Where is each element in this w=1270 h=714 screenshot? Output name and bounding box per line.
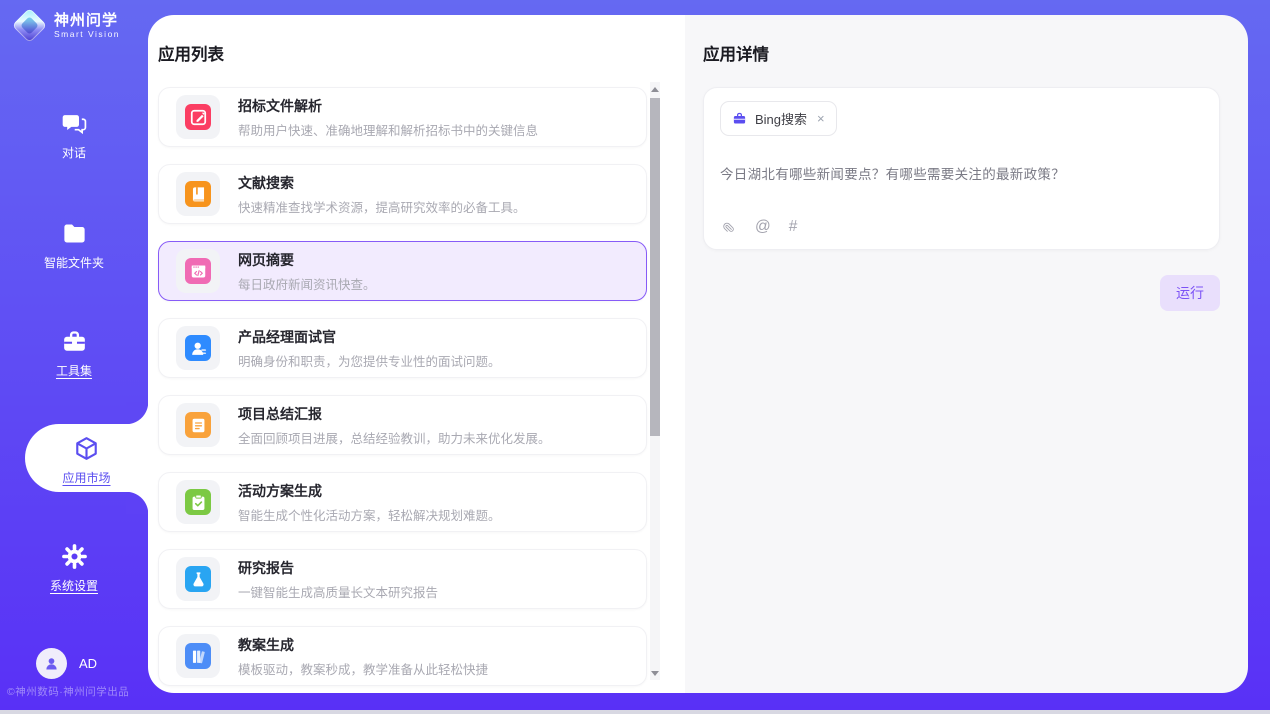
mention-at-icon[interactable]: @ xyxy=(755,218,771,236)
sidebar: 神州问学 Smart Vision 对话智能文件夹工具集应用市场系统设置 AD … xyxy=(0,0,148,714)
main-content: 应用列表 招标文件解析帮助用户快速、准确地理解和解析招标书中的关键信息文献搜索快… xyxy=(148,15,1248,693)
app-card-title: 项目总结汇报 xyxy=(238,404,551,424)
app-card[interactable]: 研究报告一键智能生成高质量长文本研究报告 xyxy=(158,549,647,609)
app-card-desc: 智能生成个性化活动方案，轻松解决规划难题。 xyxy=(238,505,501,524)
app-card-title: 研究报告 xyxy=(238,558,438,578)
sidebar-item-label: 智能文件夹 xyxy=(0,254,148,271)
app-card-desc: 快速精准查找学术资源，提高研究效率的必备工具。 xyxy=(238,197,526,216)
run-row: 运行 xyxy=(703,275,1220,311)
app-card-text: 教案生成模板驱动，教案秒成，教学准备从此轻松快捷 xyxy=(238,635,488,678)
sidebar-item-market[interactable]: 应用市场 xyxy=(25,424,148,492)
sidebar-item-label: 系统设置 xyxy=(0,577,148,594)
briefcase-icon xyxy=(732,111,747,126)
tool-chip-label: Bing搜索 xyxy=(755,109,807,128)
person-icon xyxy=(185,335,211,361)
sidebar-item-folders[interactable]: 智能文件夹 xyxy=(0,220,148,271)
user-row[interactable]: AD xyxy=(36,648,97,679)
app-icon-box xyxy=(176,403,220,447)
app-card-desc: 全面回顾项目进展，总结经验教训，助力未来优化发展。 xyxy=(238,428,551,447)
scrollbar-up-arrow-icon[interactable] xyxy=(650,82,660,96)
app-list-title: 应用列表 xyxy=(158,41,685,65)
briefcase-icon xyxy=(0,328,148,355)
user-icon xyxy=(42,654,61,673)
app-card-text: 文献搜索快速精准查找学术资源，提高研究效率的必备工具。 xyxy=(238,173,526,216)
app-card[interactable]: 招标文件解析帮助用户快速、准确地理解和解析招标书中的关键信息 xyxy=(158,87,647,147)
scrollbar[interactable] xyxy=(650,82,660,680)
sidebar-item-label: 工具集 xyxy=(0,362,148,379)
app-card-desc: 模板驱动，教案秒成，教学准备从此轻松快捷 xyxy=(238,659,488,678)
app-list-panel: 应用列表 招标文件解析帮助用户快速、准确地理解和解析招标书中的关键信息文献搜索快… xyxy=(148,15,685,693)
app-detail-title: 应用详情 xyxy=(703,41,1220,65)
attachment-paperclip-icon[interactable] xyxy=(721,219,737,235)
app-card-title: 活动方案生成 xyxy=(238,481,501,501)
clipboard-icon xyxy=(185,489,211,515)
prompt-card: Bing搜索 × 今日湖北有哪些新闻要点？有哪些需要关注的最新政策？ @ # xyxy=(703,87,1220,250)
app-card-desc: 帮助用户快速、准确地理解和解析招标书中的关键信息 xyxy=(238,120,538,139)
scrollbar-thumb[interactable] xyxy=(650,98,660,436)
sidebar-item-label: 对话 xyxy=(0,144,148,161)
brand-name: 神州问学 xyxy=(54,12,120,29)
edit-icon xyxy=(185,104,211,130)
app-card-desc: 明确身份和职责，为您提供专业性的面试问题。 xyxy=(238,351,501,370)
app-card-title: 网页摘要 xyxy=(238,250,376,270)
app-card-text: 招标文件解析帮助用户快速、准确地理解和解析招标书中的关键信息 xyxy=(238,96,538,139)
scrollbar-down-arrow-icon[interactable] xyxy=(650,666,660,680)
app-card-desc: 一键智能生成高质量长文本研究报告 xyxy=(238,582,438,601)
sidebar-item-settings[interactable]: 系统设置 xyxy=(0,543,148,594)
tool-chip-bing-search[interactable]: Bing搜索 × xyxy=(720,101,837,136)
brand-logo: 神州问学 Smart Vision xyxy=(10,12,120,39)
app-card-text: 研究报告一键智能生成高质量长文本研究报告 xyxy=(238,558,438,601)
book-icon xyxy=(185,181,211,207)
app-card-title: 招标文件解析 xyxy=(238,96,538,116)
user-initials: AD xyxy=(79,656,97,671)
app-card[interactable]: 教案生成模板驱动，教案秒成，教学准备从此轻松快捷 xyxy=(158,626,647,686)
app-card-title: 产品经理面试官 xyxy=(238,327,501,347)
web-icon xyxy=(185,258,211,284)
sidebar-item-label: 应用市场 xyxy=(25,469,148,486)
app-icon-box xyxy=(176,172,220,216)
app-icon-box xyxy=(176,326,220,370)
composer-toolbar: @ # xyxy=(721,218,797,236)
hash-tag-icon[interactable]: # xyxy=(789,218,798,236)
avatar[interactable] xyxy=(36,648,67,679)
folder-icon xyxy=(0,220,148,247)
gear-icon xyxy=(0,543,148,570)
app-card-text: 活动方案生成智能生成个性化活动方案，轻松解决规划难题。 xyxy=(238,481,501,524)
app-card-text: 产品经理面试官明确身份和职责，为您提供专业性的面试问题。 xyxy=(238,327,501,370)
note-icon xyxy=(185,412,211,438)
brand-subtitle: Smart Vision xyxy=(54,29,120,39)
window-bottom-edge xyxy=(0,710,1270,714)
copyright-footer: ©神州数码·神州问学出品 xyxy=(7,684,129,699)
prompt-input[interactable]: 今日湖北有哪些新闻要点？有哪些需要关注的最新政策？ xyxy=(720,163,1203,183)
chip-close-icon[interactable]: × xyxy=(817,111,825,126)
app-card-title: 文献搜索 xyxy=(238,173,526,193)
app-detail-panel: 应用详情 Bing搜索 × 今日湖北有哪些新闻要点？有哪些需要关注的最新政策？ … xyxy=(685,15,1248,693)
app-card[interactable]: 项目总结汇报全面回顾项目进展，总结经验教训，助力未来优化发展。 xyxy=(158,395,647,455)
app-card-text: 项目总结汇报全面回顾项目进展，总结经验教训，助力未来优化发展。 xyxy=(238,404,551,447)
app-icon-box xyxy=(176,634,220,678)
sidebar-item-chat[interactable]: 对话 xyxy=(0,110,148,161)
app-icon-box xyxy=(176,557,220,601)
app-card[interactable]: 活动方案生成智能生成个性化活动方案，轻松解决规划难题。 xyxy=(158,472,647,532)
flask-icon xyxy=(185,566,211,592)
app-icon-box xyxy=(176,480,220,524)
run-button[interactable]: 运行 xyxy=(1160,275,1220,311)
books-icon xyxy=(185,643,211,669)
sidebar-item-tools[interactable]: 工具集 xyxy=(0,328,148,379)
brand-diamond-icon xyxy=(12,8,47,43)
app-card[interactable]: 文献搜索快速精准查找学术资源，提高研究效率的必备工具。 xyxy=(158,164,647,224)
app-card[interactable]: 产品经理面试官明确身份和职责，为您提供专业性的面试问题。 xyxy=(158,318,647,378)
app-card[interactable]: 网页摘要每日政府新闻资讯快查。 xyxy=(158,241,647,301)
app-card-desc: 每日政府新闻资讯快查。 xyxy=(238,274,376,293)
app-card-title: 教案生成 xyxy=(238,635,488,655)
app-icon-box xyxy=(176,95,220,139)
chat-icon xyxy=(0,110,148,137)
app-card-list: 招标文件解析帮助用户快速、准确地理解和解析招标书中的关键信息文献搜索快速精准查找… xyxy=(158,87,647,686)
cube-icon xyxy=(25,435,148,462)
app-icon-box xyxy=(176,249,220,293)
app-card-text: 网页摘要每日政府新闻资讯快查。 xyxy=(238,250,376,293)
